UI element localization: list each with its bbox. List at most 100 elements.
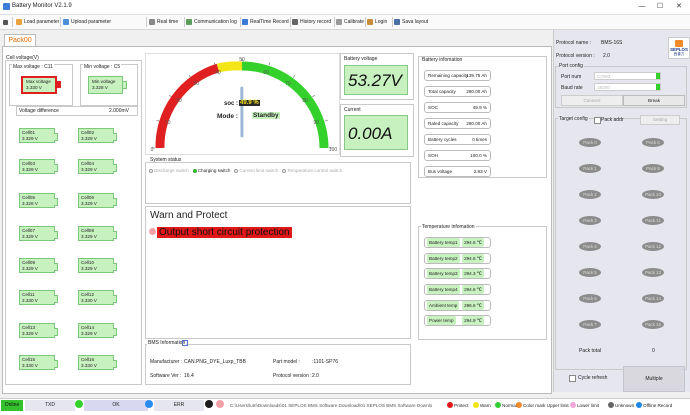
legend-label: Normal xyxy=(502,403,517,408)
temperature-row: Battery temp3294.3 ℃ xyxy=(424,268,491,279)
pack-button[interactable]: Pack 2 xyxy=(579,190,601,199)
status-switch[interactable]: Current limit switch xyxy=(234,168,278,173)
battery-voltage-group: Battery voltage 53.27V xyxy=(340,53,414,100)
toolbar-save-layout[interactable]: Sava layout xyxy=(394,17,428,27)
break-button[interactable]: Break xyxy=(623,95,685,106)
pack-button[interactable]: Pack 14 xyxy=(642,294,664,303)
cell-indicator: Cell053.328 V xyxy=(19,193,55,208)
pack-button[interactable]: Pack 13 xyxy=(642,268,664,277)
cycle-refresh-label: Cycle refresh xyxy=(578,375,607,381)
protocol-version-value: 2.0 xyxy=(312,373,319,379)
maximize-button[interactable]: ☐ xyxy=(652,2,668,12)
cycle-refresh-checkbox[interactable] xyxy=(569,375,576,382)
pack-button[interactable]: Pack 8 xyxy=(642,138,664,147)
port-num-select[interactable]: COM3 xyxy=(594,72,661,80)
gauge-tick-label: 100 xyxy=(329,147,338,153)
gauge-tick xyxy=(169,95,171,97)
gauge-tick xyxy=(325,120,328,121)
pack-button[interactable]: Pack 0 xyxy=(579,138,601,147)
toolbar-calibrate[interactable]: Calibrate xyxy=(336,17,364,27)
min-voltage-box-value: 3.328 V xyxy=(92,85,119,91)
pack-addr-label: Pack addr xyxy=(601,117,624,123)
toolbar-label: Login xyxy=(375,19,387,25)
system-status-group: Discharge switch Charging switchCurrent l… xyxy=(145,162,411,204)
legend-label: Color mark Upper limit xyxy=(523,403,569,408)
toolbar-label: History record xyxy=(300,19,331,25)
current-group: Current 0.00A xyxy=(340,104,414,157)
toolbar: Load parameter Upload parameter Real tim… xyxy=(0,15,690,30)
voltage-difference-value: 2.000mV xyxy=(109,108,129,114)
toolbar-communication-log[interactable]: Communication log xyxy=(186,17,237,27)
toolbar-realtime-record[interactable]: RealTime Record xyxy=(242,17,289,27)
protect-indicator-icon xyxy=(149,228,156,235)
target-config-group xyxy=(555,118,687,370)
pack-button[interactable]: Pack 3 xyxy=(579,216,601,225)
toolbar-history-record[interactable]: History record xyxy=(292,17,331,27)
gauge-tick-label: 60 xyxy=(263,70,269,76)
battery-info-row: SOC49.9 % xyxy=(424,102,491,113)
edit-icon[interactable] xyxy=(182,340,188,346)
software-value: 16.4 xyxy=(184,373,194,379)
pack-button[interactable]: Pack 9 xyxy=(642,164,664,173)
cell-voltage-value: 3.329 V xyxy=(22,234,52,240)
login-icon xyxy=(367,19,373,25)
battery-info-label: Bus voltage xyxy=(428,167,452,176)
toolbar-load-parameter[interactable]: Load parameter xyxy=(16,17,59,27)
baud-dropdown-icon[interactable] xyxy=(656,84,660,90)
toolbar-login[interactable]: Login xyxy=(367,17,387,27)
gauge-red-arc xyxy=(160,68,218,148)
protocol-version-label: Protocol version : xyxy=(273,373,312,379)
software-label: Software Ver : xyxy=(150,373,181,379)
toolbar-real-time[interactable]: Real time xyxy=(149,17,178,27)
legend-item: Unknown xyxy=(608,402,634,408)
gauge-yellow-arc xyxy=(218,66,242,68)
legend-label: Protect xyxy=(454,403,469,408)
gauge-tick xyxy=(269,62,270,65)
toolbar-label: Calibrate xyxy=(344,19,364,25)
legend-item: Normal xyxy=(495,402,517,408)
warn-message: Output short circuit protection xyxy=(157,227,292,238)
toolbar-upload-parameter[interactable]: Upload parameter xyxy=(63,17,111,27)
multiple-button[interactable]: Multiple xyxy=(623,366,685,392)
pack-addr-checkbox[interactable] xyxy=(594,117,601,124)
legend-item: Color mark Upper limit xyxy=(516,402,569,408)
pack-button[interactable]: Pack 5 xyxy=(579,268,601,277)
connect-button[interactable]: Connect xyxy=(561,95,623,106)
pack-button[interactable]: Pack 7 xyxy=(579,320,601,329)
upload-icon xyxy=(63,19,69,25)
port-dropdown-icon[interactable] xyxy=(656,73,660,79)
temperature-value: 294.6 ℃ xyxy=(462,285,484,294)
pack-button[interactable]: Pack 10 xyxy=(642,190,664,199)
max-voltage-label: Max voltage : C11 xyxy=(12,64,54,70)
menu-icon[interactable] xyxy=(3,17,8,27)
temperature-label: Battery temp3 xyxy=(427,269,460,278)
calibrate-icon xyxy=(336,19,342,25)
gauge-tick-label: 90 xyxy=(313,120,319,126)
battery-info-row: Total capacity280.00 Ah xyxy=(424,86,491,97)
status-switch[interactable]: Discharge switch xyxy=(149,168,189,173)
pack-button[interactable]: Pack 15 xyxy=(642,320,664,329)
radio-icon xyxy=(282,169,286,173)
legend-label: Offline Record xyxy=(643,403,672,408)
toolbar-label: Real time xyxy=(157,19,178,25)
status-switch[interactable]: Temperature control switch xyxy=(282,168,342,173)
cell-voltage-value: 3.329 V xyxy=(81,266,111,272)
pack-button[interactable]: Pack 12 xyxy=(642,242,664,251)
status-switch-label: Temperature control switch xyxy=(287,168,342,173)
pack-button[interactable]: Pack 6 xyxy=(579,294,601,303)
close-button[interactable]: ✕ xyxy=(671,2,687,12)
legend-color-icon xyxy=(636,402,642,408)
status-switch[interactable]: Charging switch xyxy=(193,168,231,173)
baud-rate-select[interactable]: 19200 xyxy=(594,83,661,91)
temperature-value: 296.6 ℃ xyxy=(462,301,484,310)
battery-info-label: Rated capacity xyxy=(428,119,458,128)
minimize-button[interactable]: — xyxy=(634,2,650,12)
pack-button[interactable]: Pack 4 xyxy=(579,242,601,251)
toolbar-label: Upload parameter xyxy=(71,19,111,25)
checked-radio-icon xyxy=(193,169,197,173)
pack-button[interactable]: Pack 11 xyxy=(642,216,664,225)
pack-button[interactable]: Pack 1 xyxy=(579,164,601,173)
cell-indicator: Cell013.329 V xyxy=(19,128,55,143)
setting-button[interactable]: Setting xyxy=(640,115,680,125)
legend-item: Offline Record xyxy=(636,402,672,408)
